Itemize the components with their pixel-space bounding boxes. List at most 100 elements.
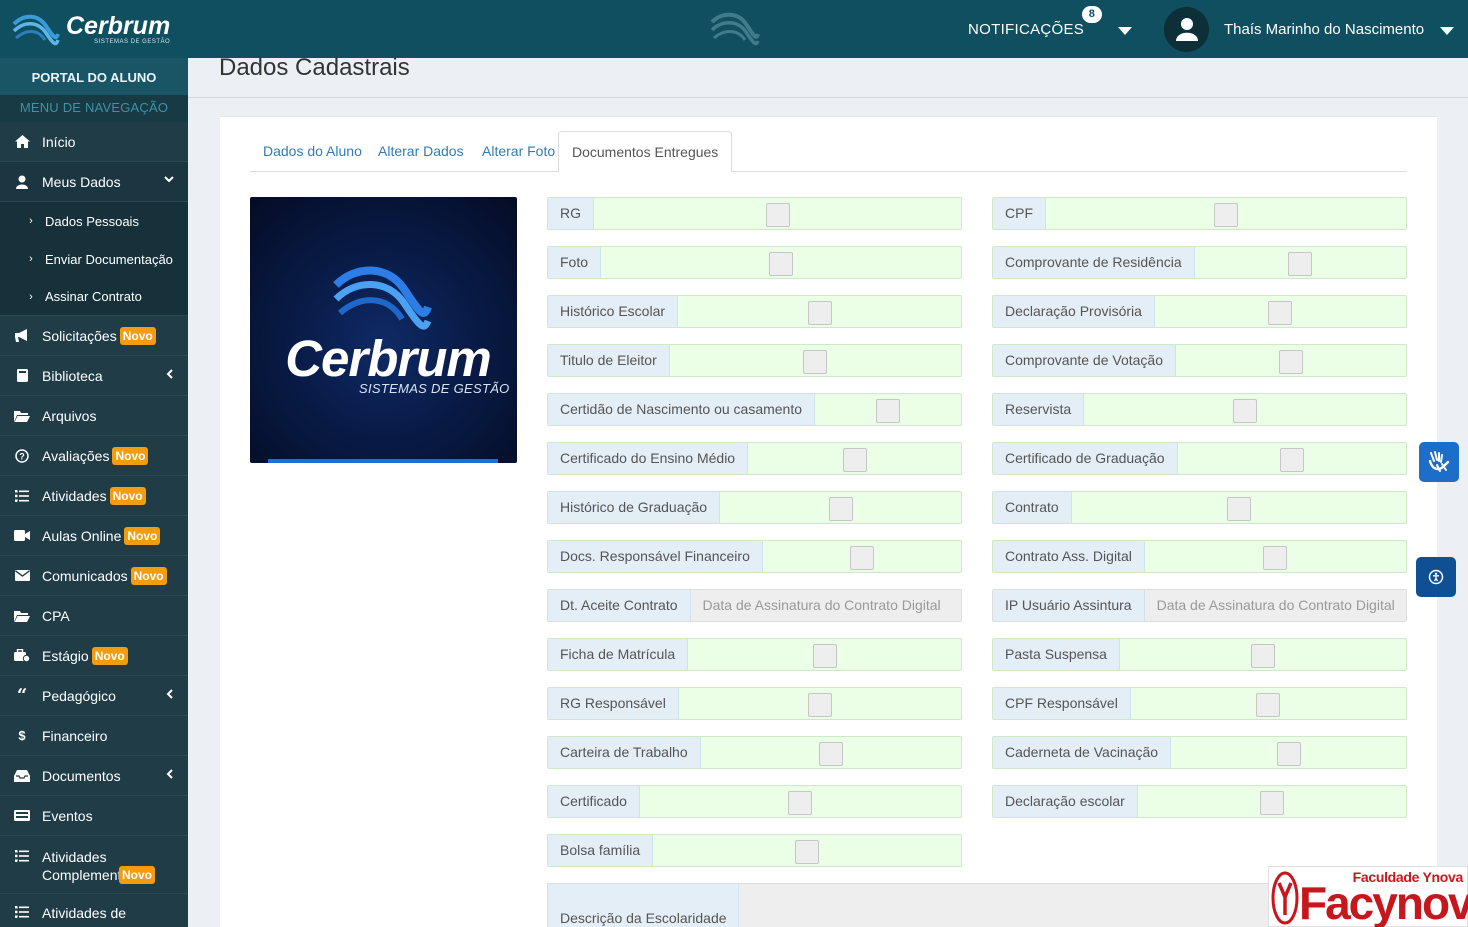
contrato-ass-digital-checkbox[interactable] [1263,546,1288,570]
certificado-checkbox[interactable] [788,791,813,815]
dt-aceite-contrato-input[interactable]: Data de Assinatura do Contrato Digital [691,590,961,621]
cpf-checkbox[interactable] [1214,203,1238,227]
notifications-menu[interactable]: NOTIFICAÇÕES 8 [968,0,1133,58]
historico-escolar-checkbox[interactable] [807,301,832,325]
new-badge: Novo [130,566,167,585]
user-name: Thaís Marinho do Nascimento [1224,20,1425,38]
field-certidao-nascimento: Certidão de Nascimento ou casamento [547,393,962,426]
sidebar-item-cpa[interactable]: CPA [0,596,188,636]
pasta-suspensa-checkbox[interactable] [1250,644,1275,668]
certificado-graduacao-checkbox[interactable] [1279,448,1304,472]
caderneta-vacinacao-checkbox[interactable] [1276,742,1301,766]
sidebar-item-label: Documentos [42,767,121,784]
field-historico-graduacao: Histórico de Graduação [547,491,962,524]
tab-dados-do-aluno[interactable]: Dados do Aluno [250,131,375,172]
video-icon [13,529,31,543]
comprovante-residencia-checkbox[interactable] [1288,252,1313,276]
sidebar-item-label: Início [42,133,76,150]
sidebar-item-atividades-complementares[interactable]: Atividades Complementares Novo [0,836,188,894]
sidebar-item-avaliacoes[interactable]: ? Avaliações Novo [0,436,188,476]
field-label: CPF [993,198,1046,229]
book-icon [13,369,31,383]
ficha-matricula-checkbox[interactable] [812,644,837,668]
new-badge: Novo [112,446,149,465]
sidebar-item-assinar-contrato[interactable]: › Assinar Contrato [0,278,188,316]
sidebar-item-comunicados[interactable]: Comunicados Novo [0,556,188,596]
sidebar-item-label: CPA [42,607,70,624]
certificado-ensino-medio-checkbox[interactable] [842,448,867,472]
historico-graduacao-checkbox[interactable] [828,497,853,521]
menu-label: MENU DE NAVEGAÇÃO [0,95,188,122]
sidebar-item-aulas-online[interactable]: Aulas Online Novo [0,516,188,556]
contrato-checkbox[interactable] [1226,497,1251,521]
sidebar-item-label: Aulas Online [42,527,122,544]
field-reservista: Reservista [992,393,1407,426]
field-label: Contrato Ass. Digital [993,541,1145,572]
rg-checkbox[interactable] [765,203,790,227]
sidebar-item-meus-dados[interactable]: Meus Dados [0,162,188,202]
home-icon [13,135,31,149]
field-label: Bolsa família [548,835,654,866]
foto-checkbox[interactable] [769,252,793,276]
bullhorn-icon [13,329,31,343]
declaracao-provisoria-checkbox[interactable] [1268,301,1293,325]
sidebar-item-financeiro[interactable]: $ Financeiro [0,716,188,756]
accessibility-button[interactable] [1416,557,1456,597]
sidebar-item-eventos[interactable]: Eventos [0,796,188,836]
field-label: Reservista [993,394,1085,425]
sidebar-item-label: Pedagógico [42,687,116,704]
notifications-count-badge: 8 [1082,6,1102,23]
cpf-responsavel-checkbox[interactable] [1256,693,1281,717]
field-ip-usuario-assinatura: IP Usuário Assintura Data de Assinatura … [992,589,1407,622]
titulo-eleitor-checkbox[interactable] [803,350,828,374]
cerbrum-wave-icon [710,12,760,46]
sidebar-item-biblioteca[interactable]: Biblioteca [0,356,188,396]
declaracao-escolar-checkbox[interactable] [1259,791,1284,815]
sign-language-button[interactable] [1419,442,1459,482]
docs-responsavel-financeiro-checkbox[interactable] [849,546,874,570]
ip-usuario-assinatura-input[interactable]: Data de Assinatura do Contrato Digital [1145,590,1406,621]
briefcase-icon [13,649,31,663]
sidebar-item-label: Solicitações [42,327,117,344]
sidebar-item-arquivos[interactable]: Arquivos [0,396,188,436]
sidebar-item-inicio[interactable]: Início [0,122,188,162]
sidebar-item-dados-pessoais[interactable]: › Dados Pessoais [0,202,188,240]
logo[interactable]: Cerbrum SISTEMAS DE GESTÃO [0,0,188,58]
field-label: Descrição da Escolaridade [548,884,739,927]
field-ficha-matricula: Ficha de Matrícula [547,638,962,671]
field-bolsa-familia: Bolsa família [547,834,962,867]
sidebar-item-atividades-de[interactable]: Atividades de [0,894,188,927]
field-rg: RG [547,197,962,230]
tab-alterar-foto[interactable]: Alterar Foto [469,131,568,172]
user-menu[interactable]: Thaís Marinho do Nascimento [1164,0,1455,58]
field-label: Declaração escolar [993,786,1138,817]
field-dt-aceite-contrato: Dt. Aceite Contrato Data de Assinatura d… [547,589,962,622]
field-label: RG [548,198,594,229]
sidebar-item-label: Meus Dados [42,173,121,190]
field-contrato: Contrato [992,491,1407,524]
sidebar-item-estagio[interactable]: Estágio Novo [0,636,188,676]
field-certificado: Certificado [547,785,962,818]
photo-brand-tagline: SISTEMAS DE GESTÃO [359,381,510,396]
sidebar-item-documentos[interactable]: Documentos [0,756,188,796]
new-badge: Novo [124,526,161,545]
certidao-nascimento-checkbox[interactable] [876,399,901,423]
tab-alterar-dados[interactable]: Alterar Dados [365,131,477,172]
sidebar-item-atividades[interactable]: Atividades Novo [0,476,188,516]
field-cpf-responsavel: CPF Responsável [992,687,1407,720]
question-icon: ? [13,448,31,463]
rg-responsavel-checkbox[interactable] [807,693,832,717]
sidebar: Cerbrum SISTEMAS DE GESTÃO PORTAL DO ALU… [0,0,188,927]
chevron-left-icon [166,369,174,382]
bolsa-familia-checkbox[interactable] [795,840,820,864]
carteira-trabalho-checkbox[interactable] [818,742,843,766]
sidebar-item-pedagogico[interactable]: “ Pedagógico [0,676,188,716]
reservista-checkbox[interactable] [1233,399,1258,423]
field-label: Histórico de Graduação [548,492,721,523]
tab-documentos-entregues[interactable]: Documentos Entregues [558,131,733,173]
field-label: Certificado [548,786,640,817]
sidebar-item-enviar-documentacao[interactable]: › Enviar Documentação [0,240,188,278]
sidebar-item-label: Atividades de [42,905,127,921]
sidebar-item-solicitacoes[interactable]: Solicitações Novo [0,316,188,356]
comprovante-votacao-checkbox[interactable] [1279,350,1303,374]
